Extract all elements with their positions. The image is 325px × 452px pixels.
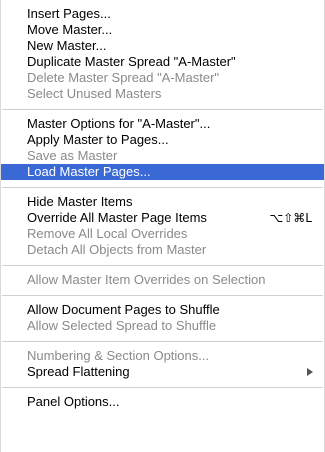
menu-item-allow-document-pages-to-shuffle[interactable]: Allow Document Pages to Shuffle xyxy=(1,302,324,318)
menu-separator xyxy=(2,341,323,342)
menu-separator xyxy=(2,265,323,266)
menu-item-label: Override All Master Page Items xyxy=(27,210,207,225)
menu-item-select-unused-masters: Select Unused Masters xyxy=(27,86,162,101)
menu-item-hide-master-items[interactable]: Hide Master Items xyxy=(1,194,324,210)
menu-item-allow-selected-spread-to-shuffle: Allow Selected Spread to Shuffle xyxy=(27,318,217,333)
menu-item-delete-master-spread: Delete Master Spread "A-Master" xyxy=(27,70,220,85)
menu-item-detach-all-objects: Detach All Objects from Master xyxy=(27,242,207,257)
menu-item-save-as-master: Save as Master xyxy=(27,148,118,163)
menu-item-remove-all-local-overrides: Remove All Local Overrides xyxy=(27,226,188,241)
pages-panel-menu: Insert Pages... Move Master... New Maste… xyxy=(0,0,325,452)
menu-item-load-master-pages[interactable]: Load Master Pages... xyxy=(1,164,324,180)
menu-separator xyxy=(2,295,323,296)
menu-item-new-master[interactable]: New Master... xyxy=(1,38,324,54)
menu-item-allow-master-item-overrides: Allow Master Item Overrides on Selection xyxy=(27,272,266,287)
menu-item-override-all-master-page-items[interactable]: Override All Master Page Items ⌥⇧⌘L xyxy=(1,210,324,226)
menu-item-master-options[interactable]: Master Options for "A-Master"... xyxy=(1,116,324,132)
menu-separator xyxy=(2,187,323,188)
menu-item-insert-pages[interactable]: Insert Pages... xyxy=(1,6,324,22)
menu-item-label: Spread Flattening xyxy=(27,364,130,379)
keyboard-shortcut: ⌥⇧⌘L xyxy=(269,211,312,225)
menu-item-spread-flattening[interactable]: Spread Flattening xyxy=(1,364,324,380)
menu-separator xyxy=(2,387,323,388)
submenu-arrow-icon xyxy=(307,368,313,376)
menu-item-move-master[interactable]: Move Master... xyxy=(1,22,324,38)
menu-item-duplicate-master-spread[interactable]: Duplicate Master Spread "A-Master" xyxy=(1,54,324,70)
menu-item-panel-options[interactable]: Panel Options... xyxy=(1,394,324,410)
menu-item-apply-master-to-pages[interactable]: Apply Master to Pages... xyxy=(1,132,324,148)
menu-item-numbering-section-options: Numbering & Section Options... xyxy=(27,348,210,363)
menu-separator xyxy=(2,109,323,110)
